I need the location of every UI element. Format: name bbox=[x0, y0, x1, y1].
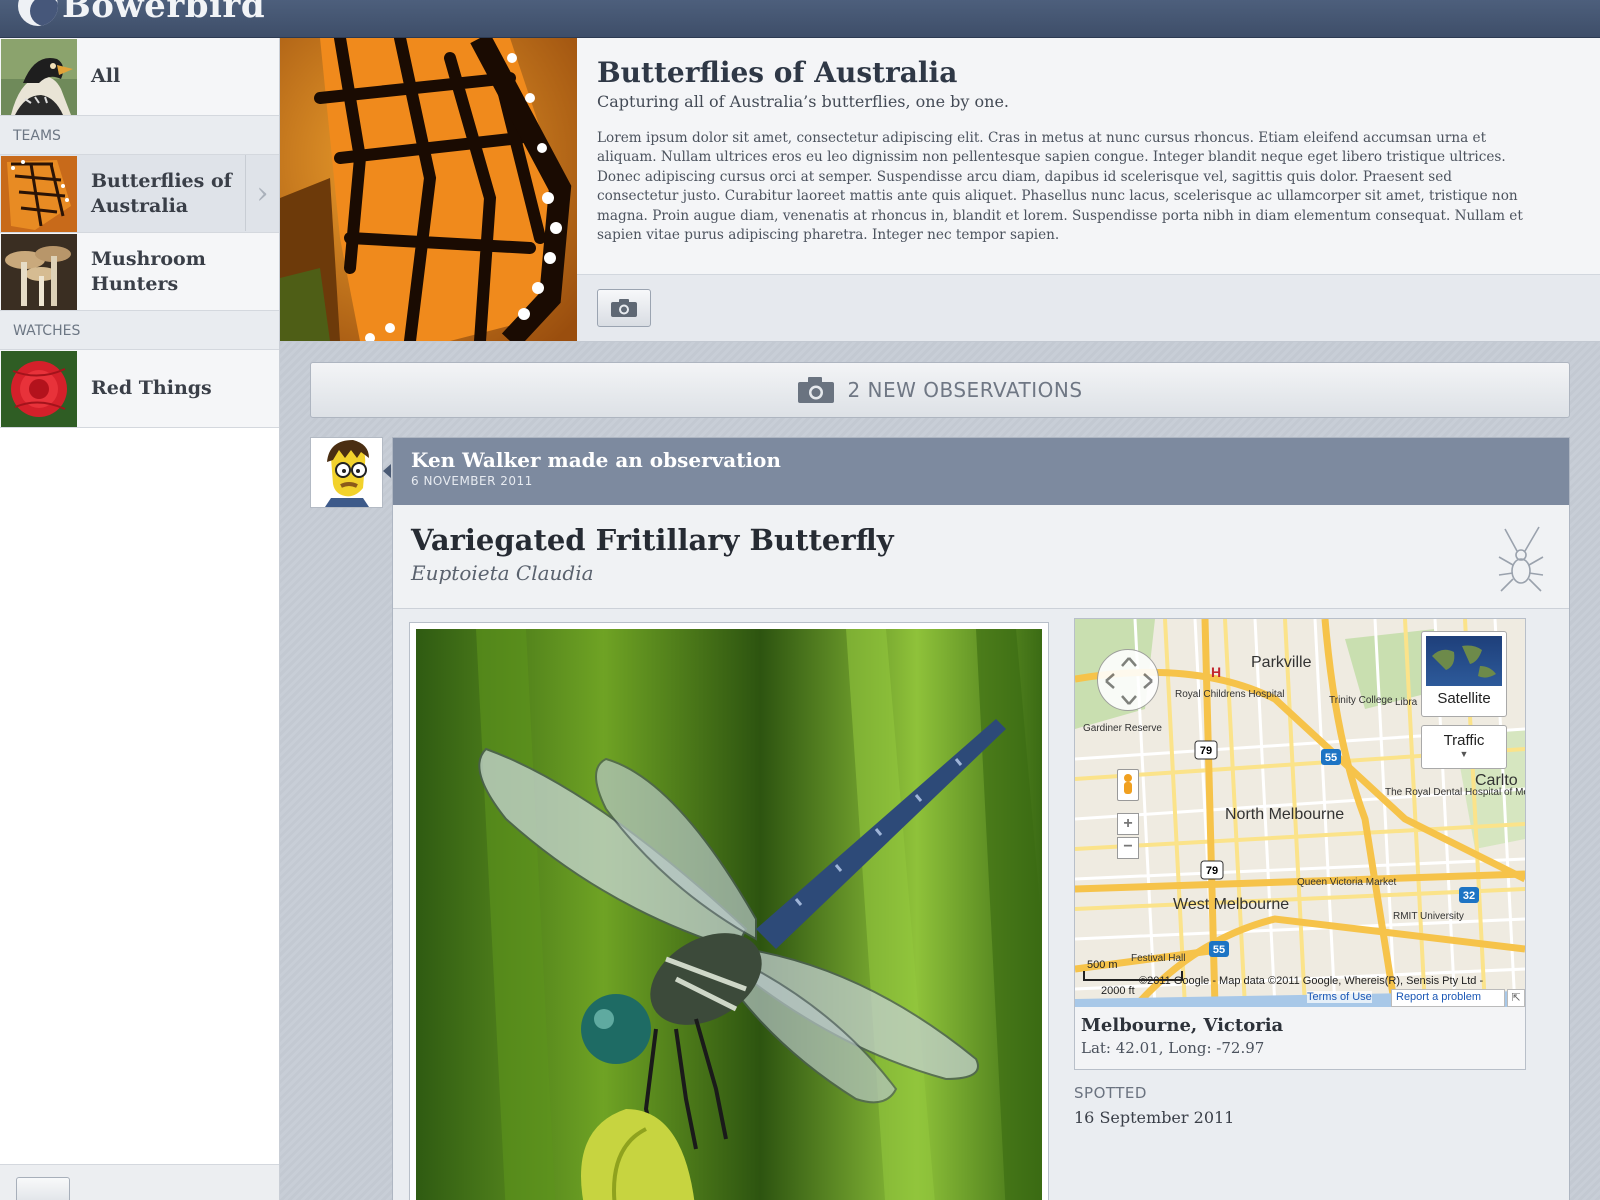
location-panel: 79 79 55 55 32 Parkville North Melbourne bbox=[1074, 618, 1526, 1070]
map-label-trinity: Trinity College bbox=[1329, 695, 1393, 706]
satellite-label: Satellite bbox=[1437, 690, 1491, 707]
map-label-dental: The Royal Dental Hospital of Melbourne bbox=[1385, 787, 1525, 798]
insect-category-icon bbox=[1498, 526, 1544, 592]
traffic-label: Traffic bbox=[1443, 732, 1485, 749]
observation-scientific-name: Euptoieta Claudia bbox=[411, 561, 594, 585]
sidebar-item-label: Mushroom Hunters bbox=[91, 247, 206, 295]
sidebar-item-label: Red Things bbox=[91, 377, 212, 399]
scale-meters: 500 m bbox=[1087, 959, 1118, 971]
observation-title-bar: Variegated Fritillary Butterfly Euptoiet… bbox=[393, 505, 1569, 609]
satellite-thumbnail bbox=[1426, 636, 1502, 686]
new-observations-label: 2 NEW OBSERVATIONS bbox=[847, 378, 1083, 402]
observation-photo-frame[interactable] bbox=[409, 622, 1049, 1200]
sidebar-item-mushroom-hunters[interactable]: Mushroom Hunters bbox=[0, 233, 279, 311]
map-zoom-control[interactable]: + − bbox=[1117, 729, 1139, 865]
sidebar-item-red-things[interactable]: Red Things bbox=[0, 350, 279, 428]
observation-author-line[interactable]: Ken Walker made an observation bbox=[411, 448, 1551, 472]
location-coordinates: Lat: 42.01, Long: -72.97 bbox=[1081, 1039, 1265, 1057]
sidebar-item-label: All bbox=[91, 65, 121, 87]
map-label-royal-childrens: Royal Childrens Hospital bbox=[1175, 689, 1285, 700]
route-badge: 79 bbox=[1200, 745, 1212, 757]
spotted-label: SPOTTED bbox=[1074, 1084, 1147, 1102]
map-label-north-melbourne: North Melbourne bbox=[1225, 806, 1344, 823]
location-map[interactable]: 79 79 55 55 32 Parkville North Melbourne bbox=[1075, 619, 1525, 1007]
observation-photo bbox=[416, 629, 1042, 1200]
team-subtitle: Capturing all of Australia’s butterflies… bbox=[597, 92, 1010, 111]
map-label-west-melbourne: West Melbourne bbox=[1173, 896, 1289, 913]
chevron-right-icon[interactable]: › bbox=[245, 155, 279, 231]
map-label-queen-victoria: Queen Victoria Market bbox=[1297, 877, 1397, 888]
observation-date: 6 NOVEMBER 2011 bbox=[411, 474, 533, 488]
location-place-name: Melbourne, Victoria bbox=[1081, 1015, 1284, 1036]
app-title: Bowerbird bbox=[62, 0, 266, 26]
sidebar-footer bbox=[0, 1164, 279, 1200]
sidebar-item-all[interactable]: All bbox=[0, 38, 279, 116]
teams-section-header: TEAMS bbox=[0, 116, 279, 155]
route-badge: 79 bbox=[1206, 865, 1218, 877]
bowerbird-logo-icon bbox=[18, 0, 58, 26]
map-label-parkville: Parkville bbox=[1251, 654, 1312, 671]
map-report-problem-link[interactable]: Report a problem bbox=[1391, 989, 1505, 1007]
camera-icon bbox=[611, 299, 637, 317]
scale-feet: 2000 ft bbox=[1101, 985, 1135, 997]
team-header: Butterflies of Australia Capturing all o… bbox=[280, 38, 1600, 341]
svg-text:H: H bbox=[1211, 664, 1221, 680]
team-cover-photo bbox=[280, 38, 577, 341]
zoom-in-button[interactable]: + bbox=[1117, 813, 1139, 835]
team-title: Butterflies of Australia bbox=[597, 56, 958, 89]
map-terms-link[interactable]: Terms of Use bbox=[1307, 991, 1372, 1003]
street-view-pegman-icon[interactable] bbox=[1117, 769, 1139, 801]
settings-button[interactable] bbox=[16, 1177, 70, 1200]
observation-card: Ken Walker made an observation 6 NOVEMBE… bbox=[392, 437, 1570, 1200]
zoom-out-button[interactable]: − bbox=[1117, 837, 1139, 859]
team-description: Lorem ipsum dolor sit amet, consectetur … bbox=[597, 130, 1523, 244]
all-thumbnail bbox=[1, 38, 77, 115]
camera-icon bbox=[798, 377, 835, 403]
route-badge: 55 bbox=[1213, 944, 1225, 956]
team-toolbar bbox=[577, 274, 1600, 341]
spotted-date: 16 September 2011 bbox=[1074, 1108, 1235, 1127]
map-label-libra: Libra bbox=[1395, 697, 1418, 708]
new-observations-banner[interactable]: 2 NEW OBSERVATIONS bbox=[310, 362, 1570, 418]
sidebar-item-butterflies-of-australia[interactable]: Butterflies of Australia › bbox=[0, 155, 279, 233]
app-logo[interactable]: Bowerbird bbox=[18, 0, 265, 26]
avatar[interactable] bbox=[310, 437, 383, 508]
expand-map-icon[interactable]: ⇱ bbox=[1507, 989, 1525, 1007]
traffic-toggle-button[interactable]: Traffic ▼ bbox=[1421, 725, 1507, 769]
chevron-down-icon: ▼ bbox=[1459, 749, 1469, 759]
map-pan-control[interactable] bbox=[1097, 649, 1159, 711]
avatar-pointer bbox=[383, 464, 391, 478]
sidebar: All TEAMS Butterflies of Australia › Mus… bbox=[0, 38, 280, 1200]
pan-arrows-icon bbox=[1105, 657, 1153, 705]
top-bar: Bowerbird bbox=[0, 0, 1600, 38]
observation-feed[interactable]: 2 NEW OBSERVATIONS Ken Walker made an ob… bbox=[280, 342, 1600, 1200]
observation-common-name: Variegated Fritillary Butterfly bbox=[411, 523, 894, 557]
butterfly-thumbnail bbox=[1, 155, 77, 232]
map-label-rmit: RMIT University bbox=[1393, 911, 1464, 922]
red-flower-thumbnail bbox=[1, 350, 77, 427]
add-observation-button[interactable] bbox=[597, 289, 651, 327]
watches-section-header: WATCHES bbox=[0, 311, 279, 350]
route-badge: 32 bbox=[1463, 890, 1475, 902]
mushroom-thumbnail bbox=[1, 233, 77, 310]
map-label-festival-hall: Festival Hall bbox=[1131, 953, 1185, 964]
observation-header: Ken Walker made an observation 6 NOVEMBE… bbox=[393, 438, 1569, 505]
satellite-toggle-button[interactable]: Satellite bbox=[1421, 631, 1507, 717]
map-attribution: ©2011 Google - Map data ©2011 Google, Wh… bbox=[1139, 975, 1484, 987]
team-info: Butterflies of Australia Capturing all o… bbox=[577, 38, 1600, 274]
route-badge: 55 bbox=[1325, 752, 1337, 764]
